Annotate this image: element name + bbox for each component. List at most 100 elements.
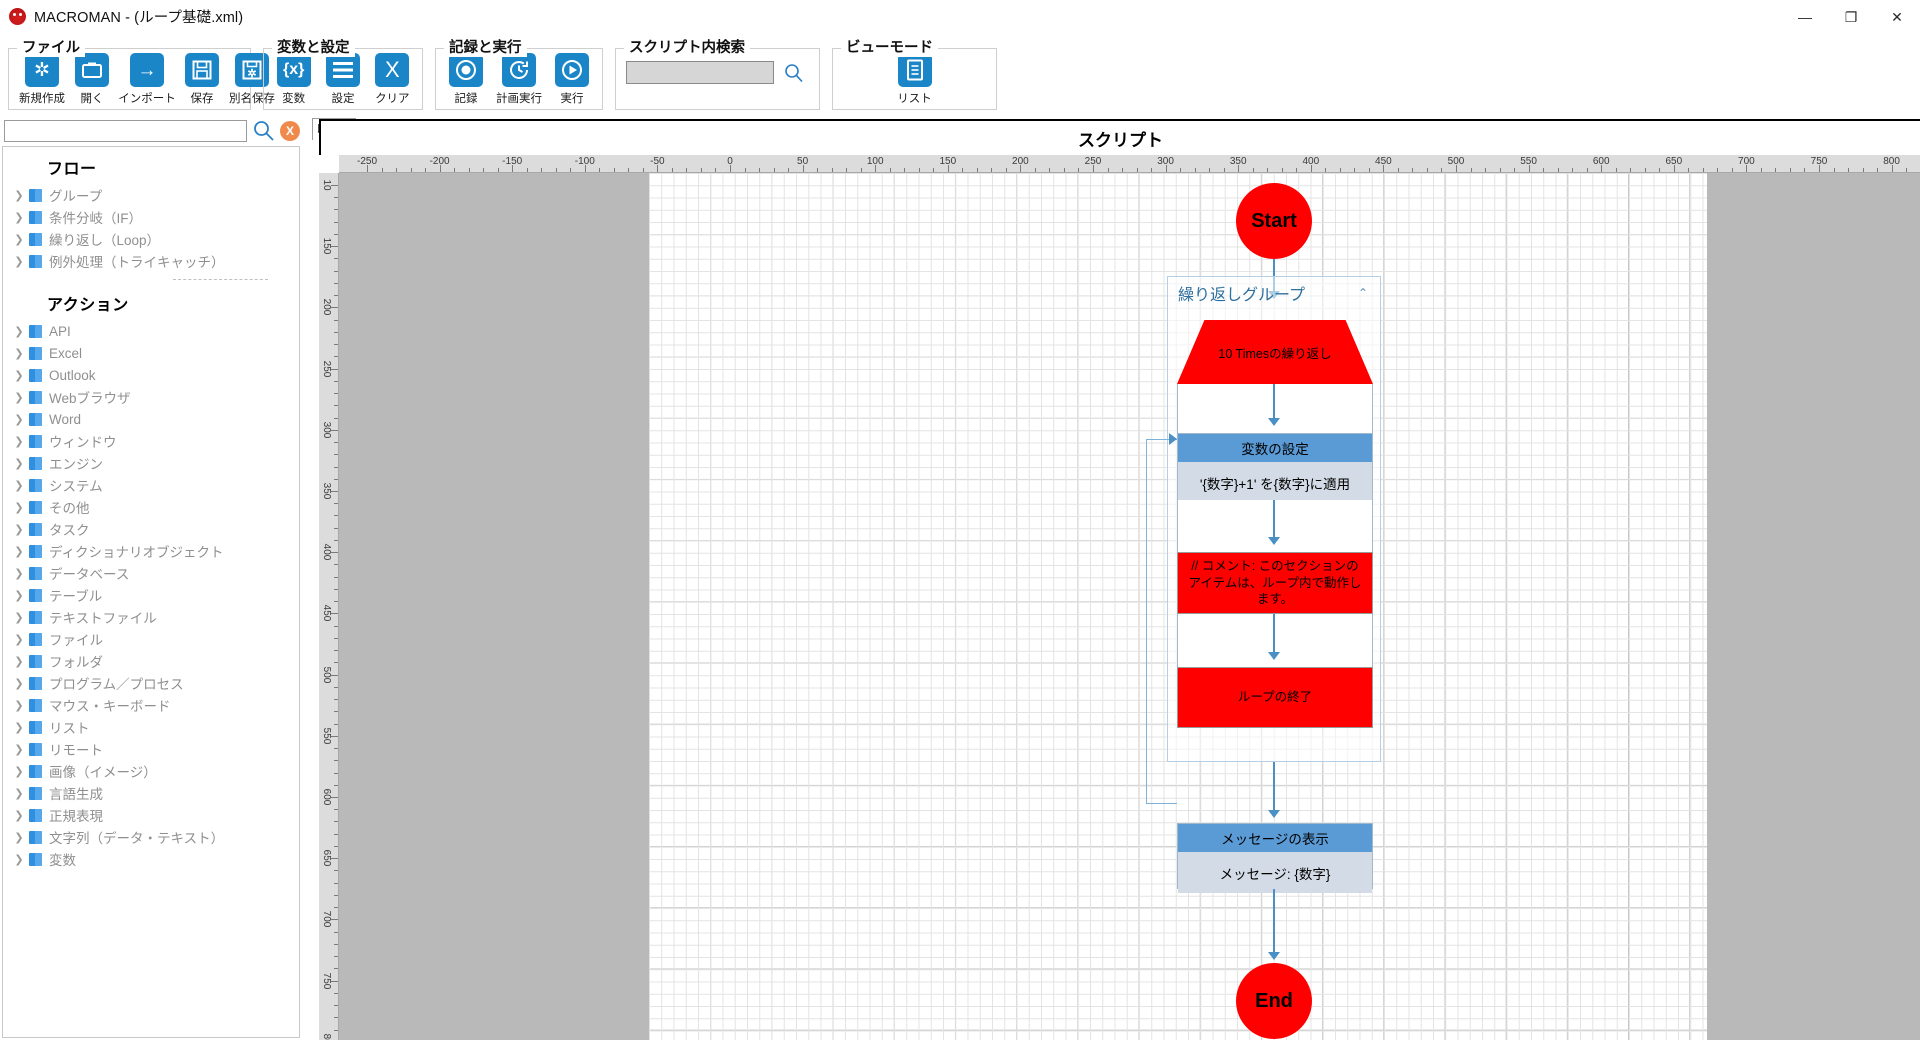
script-search-input[interactable] — [626, 61, 774, 84]
open-button-label: 開く — [80, 93, 104, 105]
variables-button[interactable]: {x} 変数 — [274, 53, 313, 106]
chevron-right-icon[interactable]: ❯ — [11, 831, 27, 844]
magnifier-icon[interactable] — [252, 119, 275, 142]
tree-item-system[interactable]: ❯ システム — [3, 474, 299, 496]
chevron-right-icon[interactable]: ❯ — [11, 545, 27, 558]
flow-node-start[interactable]: Start — [1236, 183, 1312, 259]
tree-item-excel[interactable]: ❯ Excel — [3, 342, 299, 364]
flow-node-loop-end[interactable]: ループの終了 — [1177, 667, 1373, 728]
flow-node-end[interactable]: End — [1236, 963, 1312, 1039]
tree-item-label: Webブラウザ — [49, 391, 131, 406]
chevron-right-icon[interactable]: ❯ — [11, 189, 27, 202]
chevron-right-icon[interactable]: ❯ — [11, 633, 27, 646]
chevron-right-icon[interactable]: ❯ — [11, 699, 27, 712]
chevron-right-icon[interactable]: ❯ — [11, 787, 27, 800]
flow-node-loop-start[interactable]: 10 Timesの繰り返し — [1177, 320, 1373, 384]
tree-item-loop[interactable]: ❯ 繰り返し（Loop） — [3, 228, 299, 250]
magnifier-icon[interactable] — [782, 61, 805, 84]
tree-item-image[interactable]: ❯ 画像（イメージ） — [3, 760, 299, 782]
tree-item-language-generation[interactable]: ❯ 言語生成 — [3, 782, 299, 804]
tree-item-engine[interactable]: ❯ エンジン — [3, 452, 299, 474]
flow-node-comment[interactable]: // コメント: このセクションのアイテムは、ループ内で動作します。 — [1177, 552, 1373, 614]
flow-group-loop-header[interactable]: 繰り返しグループ ⌃ — [1168, 277, 1380, 305]
list-view-button[interactable]: リスト — [887, 53, 943, 106]
maximize-button[interactable]: ❐ — [1828, 0, 1874, 34]
tree-item-database[interactable]: ❯ データベース — [3, 562, 299, 584]
tree-item-api[interactable]: ❯ API — [3, 320, 299, 342]
open-button[interactable]: 開く — [75, 53, 109, 106]
chevron-right-icon[interactable]: ❯ — [11, 233, 27, 246]
tree-item-folder[interactable]: ❯ フォルダ — [3, 650, 299, 672]
chevron-right-icon[interactable]: ❯ — [11, 391, 27, 404]
chevron-right-icon[interactable]: ❯ — [11, 721, 27, 734]
chevron-right-icon[interactable]: ❯ — [11, 255, 27, 268]
settings-button[interactable]: 設定 — [323, 53, 362, 106]
action-tree[interactable]: フロー ❯ グループ ❯ 条件分岐（IF） ❯ 繰り返し（Loop） ❯ 例外処… — [2, 146, 300, 1038]
tree-item-textfile[interactable]: ❯ テキストファイル — [3, 606, 299, 628]
chevron-right-icon[interactable]: ❯ — [11, 677, 27, 690]
script-page[interactable]: Start 繰り返しグループ ⌃ 10 Timesの繰り返し 変数の設定 '{数… — [649, 173, 1707, 1040]
chevron-right-icon[interactable]: ❯ — [11, 611, 27, 624]
record-button[interactable]: 記録 — [446, 53, 486, 106]
tree-item-table[interactable]: ❯ テーブル — [3, 584, 299, 606]
ruler-tick — [331, 368, 338, 370]
chevron-right-icon[interactable]: ❯ — [11, 347, 27, 360]
tree-item-list[interactable]: ❯ リスト — [3, 716, 299, 738]
clear-x-circle-icon[interactable]: X — [280, 120, 300, 141]
scheduled-run-button[interactable]: 計画実行 — [496, 53, 542, 106]
flow-node-message[interactable]: メッセージの表示 メッセージ: {数字} — [1177, 823, 1373, 893]
tree-item-task[interactable]: ❯ タスク — [3, 518, 299, 540]
new-button[interactable]: ✲ 新規作成 — [19, 53, 65, 106]
chevron-right-icon[interactable]: ❯ — [11, 479, 27, 492]
flow-node-set-variable[interactable]: 変数の設定 '{数字}+1' を{数字}に適用 — [1177, 433, 1373, 504]
chevron-right-icon[interactable]: ❯ — [11, 369, 27, 382]
close-button[interactable]: ✕ — [1874, 0, 1920, 34]
tree-item-file[interactable]: ❯ ファイル — [3, 628, 299, 650]
chevron-right-icon[interactable]: ❯ — [11, 589, 27, 602]
tree-item-regex[interactable]: ❯ 正規表現 — [3, 804, 299, 826]
flowchart-canvas[interactable]: Start 繰り返しグループ ⌃ 10 Timesの繰り返し 変数の設定 '{数… — [339, 173, 1920, 1040]
tree-item-if[interactable]: ❯ 条件分岐（IF） — [3, 206, 299, 228]
chevron-right-icon[interactable]: ❯ — [11, 413, 27, 426]
tree-item-outlook[interactable]: ❯ Outlook — [3, 364, 299, 386]
tree-item-webbrowser[interactable]: ❯ Webブラウザ — [3, 386, 299, 408]
ruler-tick — [1804, 168, 1806, 172]
tree-item-window[interactable]: ❯ ウィンドウ — [3, 430, 299, 452]
clear-button[interactable]: X クリア — [373, 53, 412, 106]
ruler-tick — [1397, 168, 1399, 172]
run-button[interactable]: 実行 — [552, 53, 592, 106]
chevron-right-icon[interactable]: ❯ — [11, 655, 27, 668]
chevron-right-icon[interactable]: ❯ — [11, 501, 27, 514]
chevron-right-icon[interactable]: ❯ — [11, 809, 27, 822]
clear-x-icon: X — [375, 53, 410, 87]
minimize-button[interactable]: — — [1782, 0, 1828, 34]
ruler-tick — [947, 165, 949, 172]
chevron-right-icon[interactable]: ❯ — [11, 325, 27, 338]
ruler-tick — [334, 907, 338, 909]
chevron-right-icon[interactable]: ❯ — [11, 211, 27, 224]
tree-item-group[interactable]: ❯ グループ — [3, 184, 299, 206]
chevron-right-icon[interactable]: ❯ — [11, 567, 27, 580]
chevron-right-icon[interactable]: ❯ — [11, 743, 27, 756]
chevron-right-icon[interactable]: ❯ — [11, 523, 27, 536]
chevron-up-icon[interactable]: ⌃ — [1358, 286, 1368, 300]
chevron-right-icon[interactable]: ❯ — [11, 853, 27, 866]
tree-item-string[interactable]: ❯ 文字列（データ・テキスト） — [3, 826, 299, 848]
ruler-tick — [334, 882, 338, 884]
play-icon — [555, 53, 589, 87]
macroman-logo-icon — [9, 8, 26, 25]
tree-item-remote[interactable]: ❯ リモート — [3, 738, 299, 760]
chevron-right-icon[interactable]: ❯ — [11, 435, 27, 448]
import-button[interactable]: → インポート — [118, 53, 176, 106]
chevron-right-icon[interactable]: ❯ — [11, 765, 27, 778]
tree-item-word[interactable]: ❯ Word — [3, 408, 299, 430]
tree-item-variable[interactable]: ❯ 変数 — [3, 848, 299, 870]
library-search-input[interactable] — [4, 119, 247, 142]
tree-item-dictionary[interactable]: ❯ ディクショナリオブジェクト — [3, 540, 299, 562]
chevron-right-icon[interactable]: ❯ — [11, 457, 27, 470]
save-button[interactable]: 保存 — [185, 53, 219, 106]
tree-item-trycatch[interactable]: ❯ 例外処理（トライキャッチ） — [3, 250, 299, 272]
tree-item-other[interactable]: ❯ その他 — [3, 496, 299, 518]
tree-item-mouse-keyboard[interactable]: ❯ マウス・キーボード — [3, 694, 299, 716]
tree-item-program-process[interactable]: ❯ プログラム／プロセス — [3, 672, 299, 694]
